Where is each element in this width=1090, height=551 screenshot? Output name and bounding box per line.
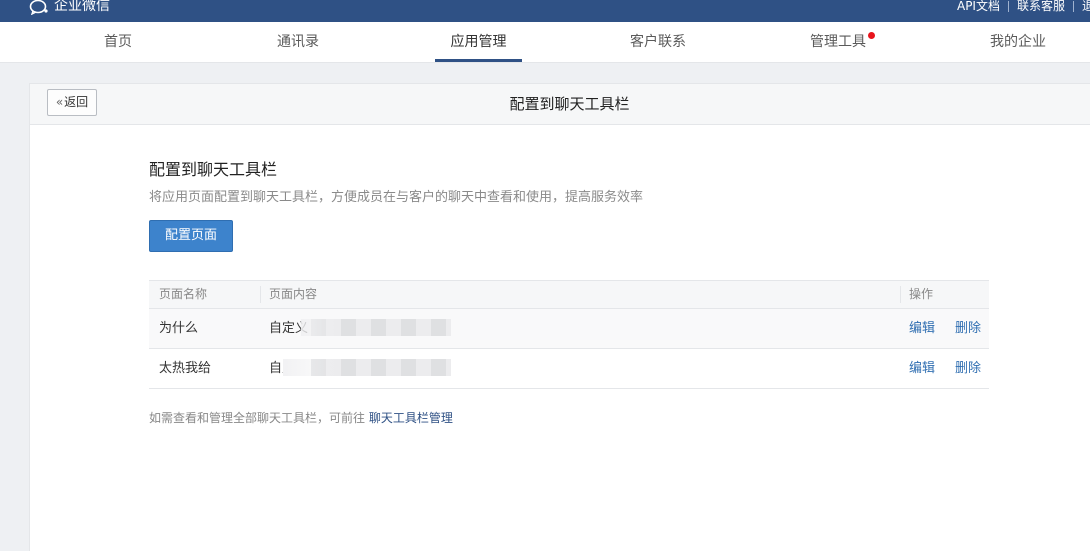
table-row: 太热我给 自定义 编辑 删除 — [149, 349, 989, 389]
nav-my-enterprise[interactable]: 我的企业 — [978, 22, 1058, 62]
brand-name: 企业微信 — [54, 0, 110, 14]
page-name-cell: 为什么 — [159, 321, 199, 336]
delete-link[interactable]: 删除 — [955, 309, 981, 348]
nav-home[interactable]: 首页 — [88, 22, 148, 62]
double-chevron-left-icon: « — [55, 95, 64, 109]
configure-page-button[interactable]: 配置页面 — [149, 220, 233, 252]
notification-dot — [868, 32, 875, 39]
column-header-page-name: 页面名称 — [159, 287, 208, 301]
contact-support-link[interactable]: 联系客服 — [1009, 0, 1073, 13]
toolbar-management-link[interactable]: 聊天工具栏管理 — [369, 411, 453, 425]
footer-text: 如需查看和管理全部聊天工具栏，可前往 — [149, 411, 366, 425]
section-title: 配置到聊天工具栏 — [149, 160, 278, 179]
logout-link[interactable]: 退 — [1074, 0, 1090, 13]
edit-link[interactable]: 编辑 — [909, 309, 935, 348]
top-bar: 企业微信 API文档 联系客服 退 — [0, 0, 1090, 22]
content-panel: 配置到聊天工具栏 «返回 配置到聊天工具栏 将应用页面配置到聊天工具栏，方便成员… — [29, 83, 1090, 551]
toolbar-pages-table: 页面名称 页面内容 操作 为什么 自定义 编辑 删除 太热我给 自定义 编辑 删… — [149, 280, 989, 389]
nav-customer-contact[interactable]: 客户联系 — [618, 22, 698, 62]
panel-header: 配置到聊天工具栏 «返回 — [30, 84, 1090, 125]
wecom-logo-icon — [29, 0, 48, 15]
nav-contacts[interactable]: 通讯录 — [263, 22, 333, 62]
column-header-page-content: 页面内容 — [269, 287, 318, 301]
section-description: 将应用页面配置到聊天工具栏，方便成员在与客户的聊天中查看和使用，提高服务效率 — [149, 190, 644, 205]
page-title: 配置到聊天工具栏 — [509, 95, 630, 113]
api-docs-link[interactable]: API文档 — [949, 0, 1008, 13]
edit-link[interactable]: 编辑 — [909, 349, 935, 388]
active-tab-indicator — [435, 59, 522, 62]
page-name-cell: 太热我给 — [159, 361, 212, 376]
footer-note: 如需查看和管理全部聊天工具栏，可前往 聊天工具栏管理 — [149, 409, 453, 426]
divider — [900, 286, 901, 303]
back-button[interactable]: «返回 — [47, 89, 97, 116]
divider — [260, 286, 261, 303]
redaction-blur — [301, 319, 341, 336]
nav-management-tools[interactable]: 管理工具 — [798, 22, 878, 62]
table-header: 页面名称 页面内容 操作 — [149, 280, 989, 309]
table-row: 为什么 自定义 编辑 删除 — [149, 309, 989, 349]
brand-logo[interactable]: 企业微信 — [29, 0, 110, 22]
back-button-label: 返回 — [64, 95, 89, 109]
column-header-actions: 操作 — [909, 287, 934, 301]
redaction-blur — [283, 359, 343, 376]
main-nav: 首页 通讯录 应用管理 客户联系 管理工具 我的企业 — [0, 22, 1090, 63]
nav-app-management[interactable]: 应用管理 — [435, 22, 522, 62]
delete-link[interactable]: 删除 — [955, 349, 981, 388]
top-links: API文档 联系客服 退 — [949, 0, 1090, 22]
page-content-cell: 自定义 — [269, 361, 283, 376]
